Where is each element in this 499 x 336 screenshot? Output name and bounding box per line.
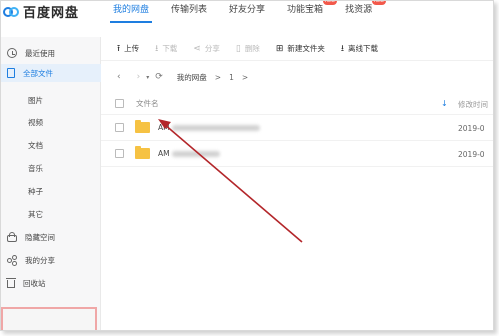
file-name-text: AM — [158, 123, 170, 132]
offline-download-label: 离线下载 — [348, 44, 379, 53]
history-dropdown-icon[interactable]: ▾ — [146, 74, 149, 81]
redacted-text — [171, 150, 220, 157]
share-button[interactable]: ⋖ 分享 — [193, 43, 220, 54]
column-header-date[interactable]: 修改时间 — [458, 99, 488, 110]
tab-find-resources-label: 找资源 — [345, 5, 373, 15]
sidebar-item-recent[interactable]: 最近使用 — [1, 44, 101, 62]
forward-icon[interactable]: › — [137, 72, 141, 82]
breadcrumb-root[interactable]: 我的网盘 — [177, 72, 207, 83]
sidebar-item-label: 隐藏空间 — [25, 232, 55, 242]
sidebar-item-my-shares[interactable]: 我的分享 — [1, 251, 101, 269]
delete-button[interactable]: ▯ 删除 — [236, 43, 260, 54]
sidebar-item-documents[interactable]: 文档 — [1, 136, 101, 154]
folder-icon — [135, 120, 150, 133]
file-name-text: AM — [158, 149, 170, 158]
trash-icon: ▯ — [235, 43, 241, 54]
folder-icon — [135, 146, 150, 159]
sidebar-item-music[interactable]: 音乐 — [1, 159, 101, 177]
document-icon — [7, 68, 15, 78]
tab-toolbox[interactable]: 功能宝箱 new — [287, 1, 338, 25]
offline-download-button[interactable]: ⭳ 离线下载 — [341, 41, 378, 57]
table-row[interactable]: AM 2019-0 — [101, 141, 493, 167]
lock-icon — [7, 232, 17, 242]
cloud-logo-icon — [3, 5, 20, 19]
column-header-name[interactable]: 文件名 — [136, 98, 159, 109]
file-name[interactable]: AM — [158, 123, 260, 132]
breadcrumb-separator: > — [214, 72, 222, 82]
new-badge: new — [322, 1, 338, 5]
sidebar-item-hidden-space[interactable]: 隐藏空间 — [1, 228, 101, 246]
upload-button[interactable]: ⭱ 上传 — [117, 41, 139, 57]
file-list: 文件名 ↓ 修改时间 AM 2019-0 AM 2019-0 — [101, 93, 493, 167]
sidebar-item-label: 最近使用 — [25, 48, 55, 58]
share-icon — [7, 255, 17, 265]
file-date: 2019-0 — [458, 124, 485, 133]
row-checkbox[interactable] — [115, 123, 124, 132]
share-label: 分享 — [204, 44, 220, 53]
upload-icon: ⭱ — [117, 43, 121, 54]
sidebar-item-all-files[interactable]: 全部文件 — [1, 64, 101, 82]
file-list-header: 文件名 ↓ 修改时间 — [101, 93, 493, 115]
top-bar: 百度网盘 我的网盘 传输列表 好友分享 功能宝箱 new 找资源 new — [1, 1, 493, 29]
storage-info-panel[interactable] — [1, 307, 97, 330]
upload-label: 上传 — [124, 44, 140, 53]
refresh-icon[interactable]: ⟳ — [155, 72, 163, 82]
download-label: 下载 — [162, 44, 178, 53]
download-button[interactable]: ⭳ 下载 — [155, 41, 177, 57]
row-checkbox[interactable] — [115, 149, 124, 158]
file-date: 2019-0 — [458, 150, 485, 159]
app-name: 百度网盘 — [23, 6, 80, 21]
logo[interactable]: 百度网盘 — [3, 2, 79, 21]
redacted-text — [171, 124, 260, 131]
download-icon: ⭳ — [155, 43, 159, 54]
tab-my-disk[interactable]: 我的网盘 — [109, 1, 153, 25]
sidebar-item-videos[interactable]: 视频 — [1, 113, 101, 131]
new-folder-icon: ⊞ — [275, 43, 284, 54]
sidebar-item-recycle-bin[interactable]: 回收站 — [1, 274, 101, 292]
sidebar-item-other[interactable]: 其它 — [1, 205, 101, 223]
share-icon: ⋖ — [193, 43, 201, 54]
breadcrumb-current: 1 — [229, 72, 234, 82]
select-all-checkbox[interactable] — [115, 99, 124, 108]
delete-label: 删除 — [244, 44, 260, 53]
trash-icon — [6, 278, 16, 288]
clock-icon — [7, 48, 17, 58]
main-nav: 我的网盘 传输列表 好友分享 功能宝箱 new 找资源 new — [109, 1, 394, 25]
sidebar-item-label: 我的分享 — [25, 255, 55, 265]
new-badge: new — [371, 1, 387, 5]
back-icon[interactable]: ‹ — [117, 72, 121, 82]
table-row[interactable]: AM 2019-0 — [101, 115, 493, 141]
download-icon: ⭳ — [340, 43, 345, 54]
breadcrumb: ‹ › ▾ ⟳ 我的网盘 > 1 > — [101, 67, 493, 87]
sidebar-item-label: 回收站 — [23, 278, 46, 288]
toolbar: ⭱ 上传 ⭳ 下载 ⋖ 分享 ▯ 删除 ⊞ 新建文件夹 ⭳ 离线下载 — [101, 37, 493, 61]
sidebar: 最近使用 全部文件 图片 视频 文档 音乐 种子 其它 隐藏空间 我的分享 回收… — [1, 37, 101, 330]
sort-arrow-icon[interactable]: ↓ — [441, 99, 448, 108]
tab-friend-share[interactable]: 好友分享 — [229, 1, 265, 25]
app-window: 百度网盘 我的网盘 传输列表 好友分享 功能宝箱 new 找资源 new 最近使… — [0, 0, 494, 331]
new-folder-button[interactable]: ⊞ 新建文件夹 — [276, 43, 325, 54]
tab-transfer-list[interactable]: 传输列表 — [171, 1, 207, 25]
sidebar-item-torrents[interactable]: 种子 — [1, 182, 101, 200]
sidebar-item-images[interactable]: 图片 — [1, 91, 101, 109]
file-name[interactable]: AM — [158, 149, 220, 158]
new-folder-label: 新建文件夹 — [287, 44, 325, 53]
sidebar-item-label: 全部文件 — [23, 68, 53, 78]
breadcrumb-separator: > — [241, 72, 249, 82]
tab-toolbox-label: 功能宝箱 — [287, 5, 324, 15]
tab-find-resources[interactable]: 找资源 new — [345, 1, 387, 25]
